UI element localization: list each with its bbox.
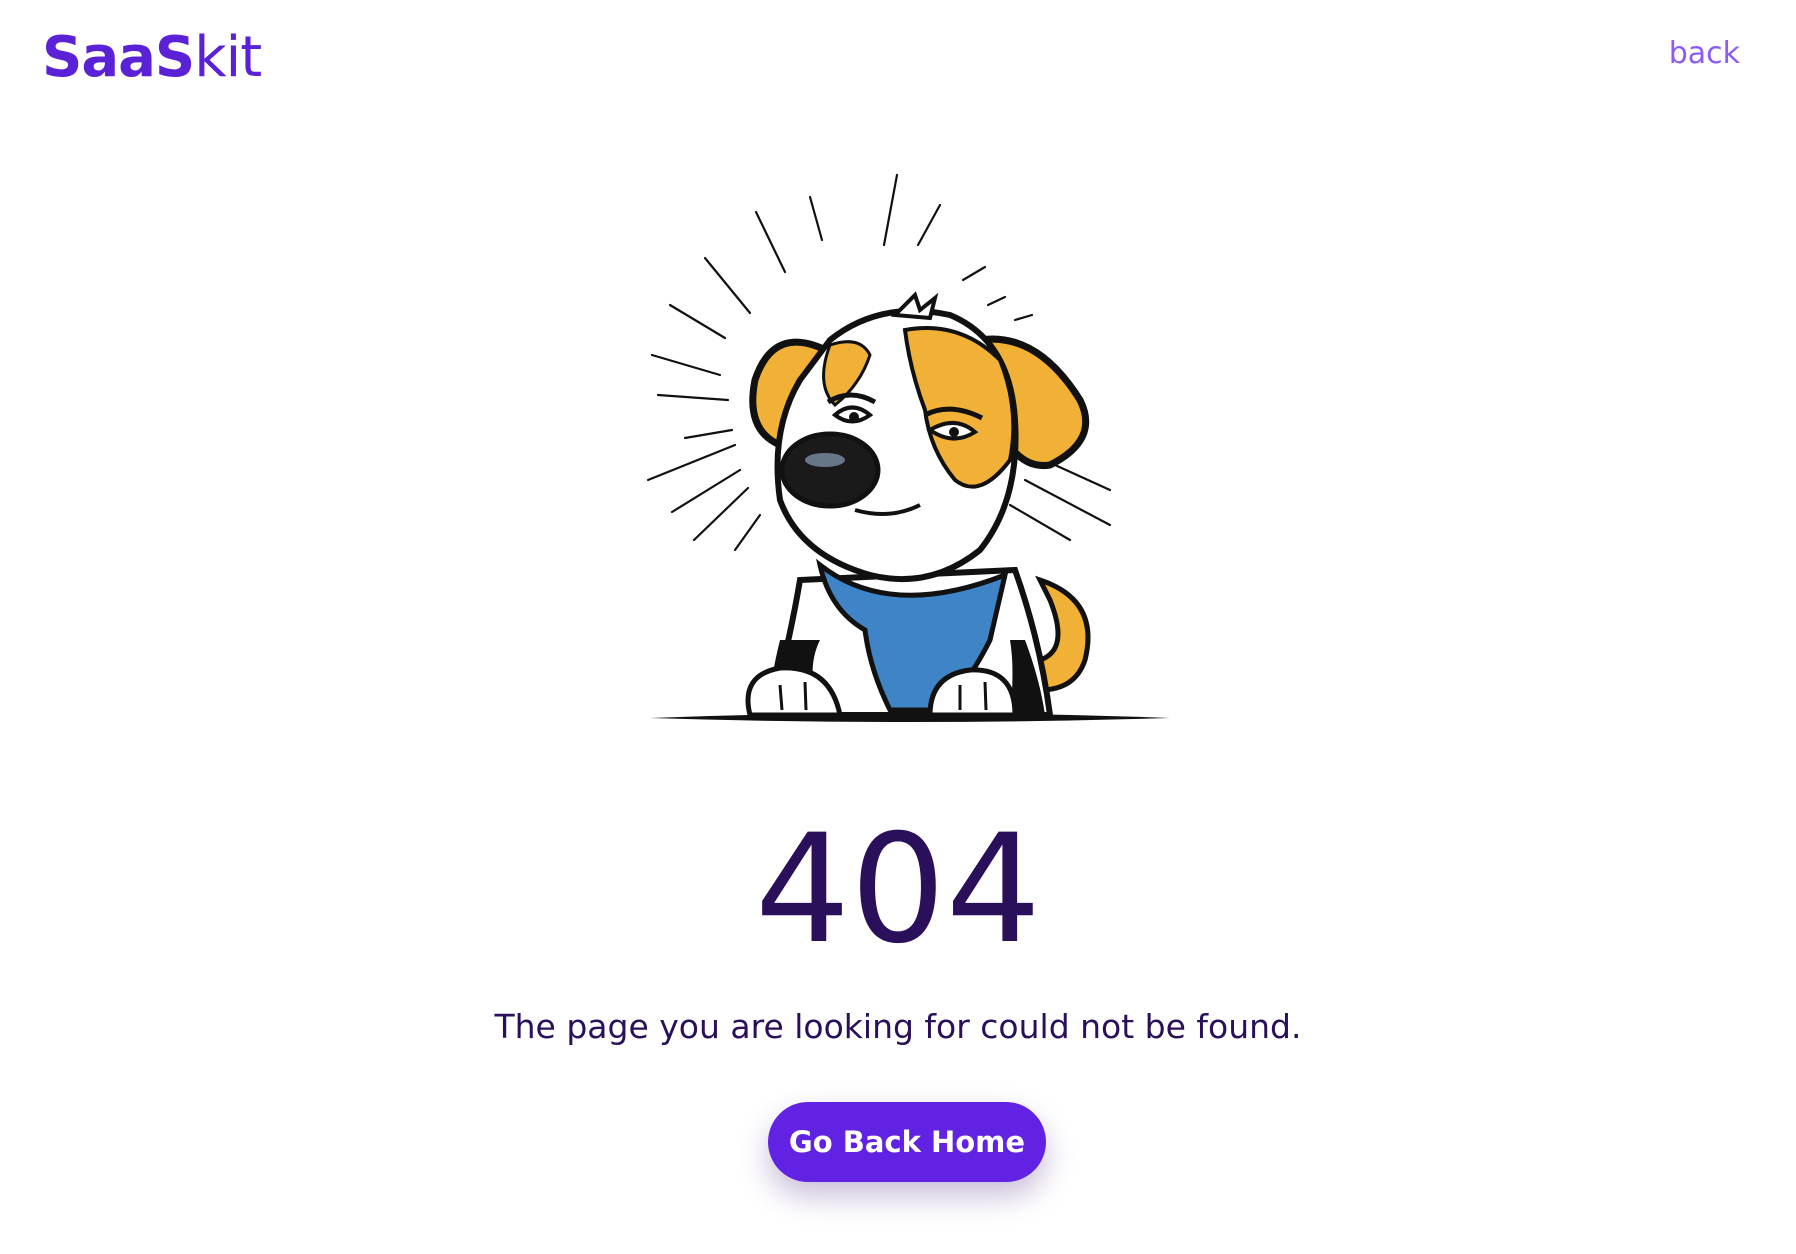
logo[interactable]: SaaSkit xyxy=(42,22,262,94)
back-link[interactable]: back xyxy=(1669,36,1740,71)
logo-bold-text: SaaS xyxy=(42,25,195,90)
error-message: The page you are looking for could not b… xyxy=(494,1007,1302,1046)
go-back-home-button[interactable]: Go Back Home xyxy=(768,1102,1046,1182)
sad-dog-illustration xyxy=(646,173,1170,722)
not-found-page: SaaSkit back 404 The page you are lookin… xyxy=(0,0,1796,1254)
logo-light-text: kit xyxy=(194,25,262,90)
error-code: 404 xyxy=(754,803,1042,977)
